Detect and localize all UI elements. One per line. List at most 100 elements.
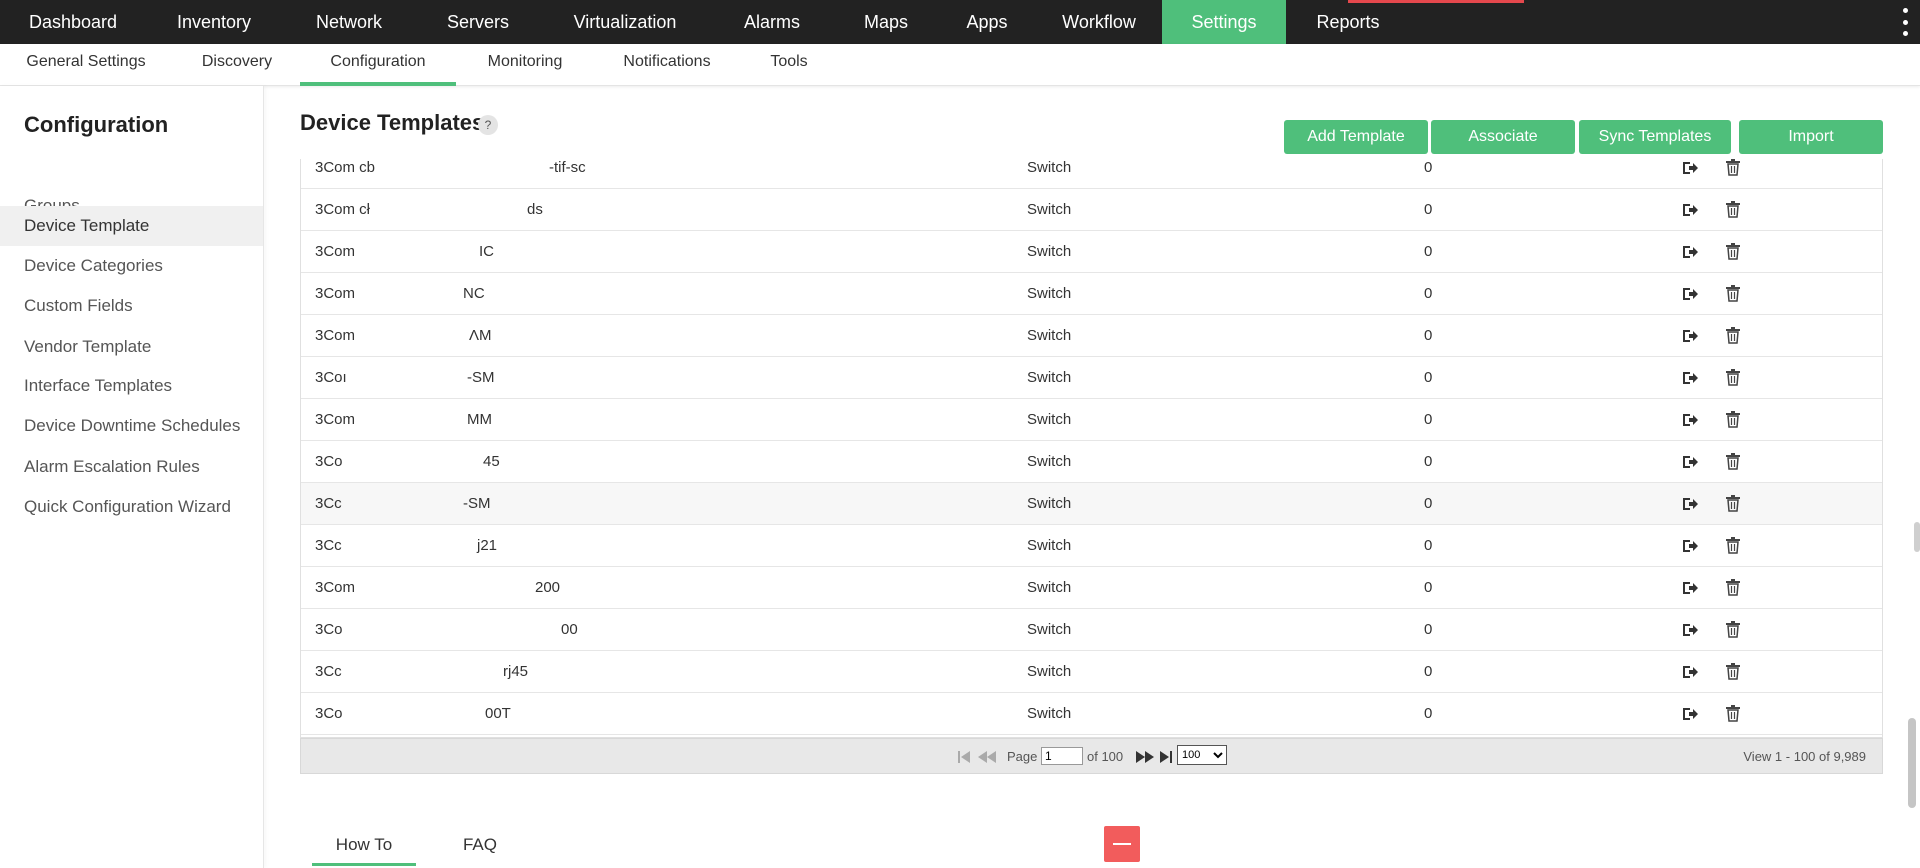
trash-icon[interactable] (1725, 494, 1741, 512)
table-row[interactable]: 3Co 00 Switch 0 (301, 609, 1882, 651)
table-row[interactable]: 3Co 45 Switch 0 (301, 441, 1882, 483)
table-row[interactable]: 3Cc -SM Switch 0 (301, 483, 1882, 525)
export-icon[interactable] (1681, 579, 1699, 597)
export-icon[interactable] (1681, 453, 1699, 471)
nav-settings[interactable]: Settings (1162, 0, 1286, 44)
table-row[interactable]: 3Com cł ds Switch 0 (301, 189, 1882, 231)
subnav-general-settings[interactable]: General Settings (0, 44, 172, 86)
sidebar-title: Configuration (24, 112, 169, 137)
page-scrollbar[interactable] (1908, 718, 1916, 808)
page-number-input[interactable] (1041, 747, 1083, 765)
top-navigation: Dashboard Inventory Network Servers Virt… (0, 0, 1920, 44)
template-category: Switch (1027, 411, 1072, 428)
table-row[interactable]: 3Com MM Switch 0 (301, 399, 1882, 441)
template-name-suffix: 00 (561, 621, 578, 638)
export-icon[interactable] (1681, 159, 1699, 177)
sidebar-item-device-categories[interactable]: Device Categories (0, 246, 263, 286)
collapse-button[interactable] (1104, 826, 1140, 862)
export-icon[interactable] (1681, 537, 1699, 555)
subnav-discovery[interactable]: Discovery (188, 44, 286, 86)
template-name-prefix: 3Com (315, 327, 356, 344)
trash-icon[interactable] (1725, 704, 1741, 722)
nav-alarms[interactable]: Alarms (710, 0, 834, 44)
template-name-prefix: 3Coı (315, 369, 347, 386)
table-row[interactable]: 3Coı -SM Switch 0 (301, 357, 1882, 399)
sync-templates-button[interactable]: Sync Templates (1579, 120, 1731, 154)
subnav-notifications[interactable]: Notifications (610, 44, 724, 86)
last-page-icon[interactable] (1159, 748, 1173, 766)
trash-icon[interactable] (1725, 368, 1741, 386)
template-name-prefix: 3Cc (315, 663, 342, 680)
add-template-button[interactable]: Add Template (1284, 120, 1428, 154)
sidebar-item-custom-fields[interactable]: Custom Fields (0, 286, 263, 326)
export-icon[interactable] (1681, 411, 1699, 429)
export-icon[interactable] (1681, 369, 1699, 387)
template-category: Switch (1027, 663, 1072, 680)
export-icon[interactable] (1681, 201, 1699, 219)
trash-icon[interactable] (1725, 578, 1741, 596)
nav-network[interactable]: Network (282, 0, 416, 44)
associate-button[interactable]: Associate (1431, 120, 1575, 154)
sidebar-item-interface-templates[interactable]: Interface Templates (0, 366, 263, 406)
table-row[interactable]: 3Com 200 Switch 0 (301, 567, 1882, 609)
template-category: Switch (1027, 705, 1072, 722)
template-name-prefix: 3Cc (315, 537, 342, 554)
template-device-count: 0 (1424, 369, 1433, 386)
sidebar-item-device-downtime-schedules[interactable]: Device Downtime Schedules (0, 406, 263, 446)
export-icon[interactable] (1681, 327, 1699, 345)
sidebar-item-alarm-escalation-rules[interactable]: Alarm Escalation Rules (0, 447, 263, 487)
sidebar: Configuration Groups Device Template Dev… (0, 86, 264, 868)
prev-page-icon[interactable] (977, 748, 997, 766)
export-icon[interactable] (1681, 705, 1699, 723)
nav-maps[interactable]: Maps (834, 0, 938, 44)
table-row[interactable]: 3Com ΛM Switch 0 (301, 315, 1882, 357)
nav-servers[interactable]: Servers (416, 0, 540, 44)
tab-how-to[interactable]: How To (312, 830, 416, 866)
table-row[interactable]: 3Co 00T Switch 0 (301, 693, 1882, 735)
template-name-suffix: 200 (535, 579, 561, 596)
subnav-configuration[interactable]: Configuration (300, 44, 456, 86)
kebab-vertical-icon[interactable] (1900, 8, 1910, 36)
next-page-icon[interactable] (1135, 748, 1155, 766)
table-row[interactable]: 3Com IC Switch 0 (301, 231, 1882, 273)
page-size-select[interactable]: 100 (1177, 745, 1227, 765)
trash-icon[interactable] (1725, 159, 1741, 176)
table-row[interactable]: 3Cc j21 Switch 0 (301, 525, 1882, 567)
table-row[interactable]: 3Com cb -tif-sc Switch 0 (301, 159, 1882, 189)
nav-virtualization[interactable]: Virtualization (540, 0, 710, 44)
template-category: Switch (1027, 285, 1072, 302)
sidebar-item-device-template[interactable]: Device Template (0, 206, 263, 246)
trash-icon[interactable] (1725, 326, 1741, 344)
templates-grid: 3Com cb -tif-sc Switch 0 3Com cł ds Switch 0 3Co… (300, 159, 1883, 738)
export-icon[interactable] (1681, 621, 1699, 639)
trash-icon[interactable] (1725, 410, 1741, 428)
export-icon[interactable] (1681, 285, 1699, 303)
subnav-tools[interactable]: Tools (756, 44, 822, 86)
nav-apps[interactable]: Apps (938, 0, 1036, 44)
template-category: Switch (1027, 453, 1072, 470)
trash-icon[interactable] (1725, 200, 1741, 218)
table-row[interactable]: 3Cc rj45 Switch 0 (301, 651, 1882, 693)
first-page-icon[interactable] (957, 748, 971, 766)
subnav-monitoring[interactable]: Monitoring (474, 44, 576, 86)
nav-reports[interactable]: Reports (1286, 0, 1410, 44)
nav-dashboard[interactable]: Dashboard (0, 0, 146, 44)
trash-icon[interactable] (1725, 536, 1741, 554)
export-icon[interactable] (1681, 495, 1699, 513)
tab-faq[interactable]: FAQ (446, 830, 514, 866)
sidebar-item-vendor-template[interactable]: Vendor Template (0, 327, 263, 367)
trash-icon[interactable] (1725, 620, 1741, 638)
export-icon[interactable] (1681, 663, 1699, 681)
import-button[interactable]: Import (1739, 120, 1883, 154)
sidebar-item-quick-configuration-wizard[interactable]: Quick Configuration Wizard (0, 487, 263, 527)
help-icon[interactable]: ? (478, 115, 498, 135)
export-icon[interactable] (1681, 243, 1699, 261)
nav-inventory[interactable]: Inventory (146, 0, 282, 44)
nav-workflow[interactable]: Workflow (1036, 0, 1162, 44)
trash-icon[interactable] (1725, 242, 1741, 260)
table-row[interactable]: 3Com NC Switch 0 (301, 273, 1882, 315)
trash-icon[interactable] (1725, 452, 1741, 470)
trash-icon[interactable] (1725, 284, 1741, 302)
template-name-suffix: rj45 (503, 663, 529, 680)
trash-icon[interactable] (1725, 662, 1741, 680)
